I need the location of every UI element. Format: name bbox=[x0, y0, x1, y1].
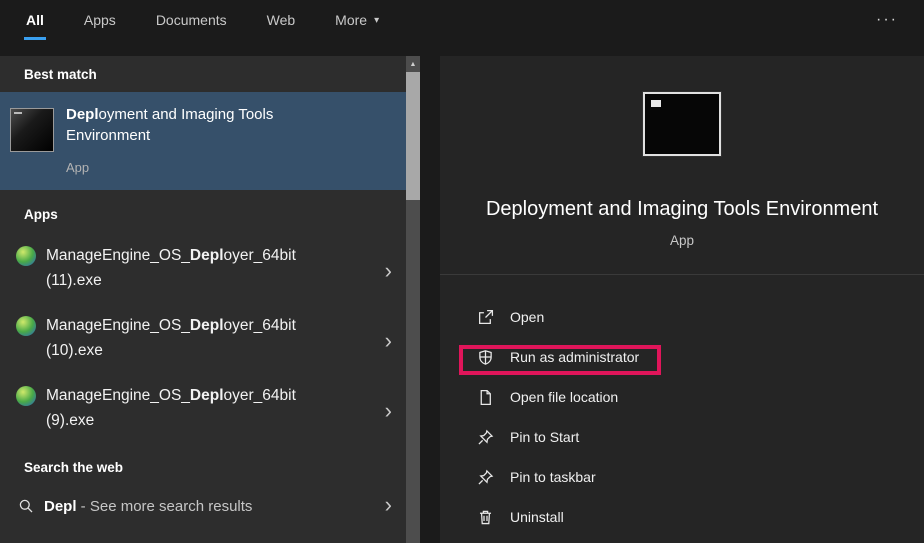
action-label: Open file location bbox=[510, 389, 618, 405]
chevron-right-icon[interactable]: › bbox=[385, 400, 392, 425]
action-label: Pin to Start bbox=[510, 429, 579, 445]
pin-icon bbox=[476, 429, 494, 446]
open-icon bbox=[476, 309, 494, 326]
app-result-item[interactable]: ManageEngine_OS_Deployer_64bit (9).exe › bbox=[0, 372, 406, 442]
tab-more-label: More bbox=[335, 12, 367, 28]
action-pin-to-start[interactable]: Pin to Start bbox=[440, 417, 924, 457]
cmd-window-icon bbox=[10, 108, 54, 152]
divider bbox=[440, 274, 924, 275]
manageengine-app-icon bbox=[16, 316, 36, 336]
scroll-up-button[interactable]: ▲ bbox=[406, 56, 420, 72]
chevron-down-icon: ▾ bbox=[374, 15, 379, 26]
manageengine-app-icon bbox=[16, 386, 36, 406]
app-result-item[interactable]: ManageEngine_OS_Deployer_64bit (10).exe … bbox=[0, 302, 406, 372]
search-web-text: Depl - See more search results bbox=[44, 498, 252, 515]
action-label: Open bbox=[510, 309, 544, 325]
app-result-name: ManageEngine_OS_Deployer_64bit (11).exe bbox=[46, 243, 296, 302]
action-list: Open Run as administrator Open file loca… bbox=[440, 297, 924, 537]
action-uninstall[interactable]: Uninstall bbox=[440, 497, 924, 537]
pin-icon bbox=[476, 469, 494, 486]
cmd-window-icon-large bbox=[643, 92, 721, 156]
chevron-right-icon[interactable]: › bbox=[385, 330, 392, 355]
panel-gap bbox=[420, 40, 440, 543]
chevron-right-icon[interactable]: › bbox=[385, 494, 392, 519]
section-header-apps: Apps bbox=[0, 196, 406, 232]
tab-more[interactable]: More ▾ bbox=[333, 0, 381, 40]
chevron-right-icon[interactable]: › bbox=[385, 260, 392, 285]
best-match-item[interactable]: Deployment and Imaging Tools Environment… bbox=[0, 92, 406, 190]
tab-all[interactable]: All bbox=[24, 0, 46, 40]
action-open-file-location[interactable]: Open file location bbox=[440, 377, 924, 417]
preview-subtitle: App bbox=[670, 233, 694, 248]
preview-panel: Deployment and Imaging Tools Environment… bbox=[440, 56, 924, 543]
action-open[interactable]: Open bbox=[440, 297, 924, 337]
trash-icon bbox=[476, 509, 494, 526]
windows-search-flyout: All Apps Documents Web More ▾ ··· Best m… bbox=[0, 0, 924, 543]
file-location-icon bbox=[476, 389, 494, 406]
action-label: Pin to taskbar bbox=[510, 469, 596, 485]
search-icon bbox=[18, 498, 34, 514]
manageengine-app-icon bbox=[16, 246, 36, 266]
search-web-item[interactable]: Depl - See more search results › bbox=[0, 484, 406, 528]
tab-web[interactable]: Web bbox=[265, 0, 298, 40]
search-results-area: Best match Deployment and Imaging Tools … bbox=[0, 40, 924, 543]
action-label: Run as administrator bbox=[510, 349, 639, 365]
search-tabs-bar: All Apps Documents Web More ▾ ··· bbox=[0, 0, 924, 40]
best-match-title: Deployment and Imaging Tools Environment bbox=[66, 104, 346, 146]
app-result-item[interactable]: ManageEngine_OS_Deployer_64bit (11).exe … bbox=[0, 232, 406, 302]
tab-documents[interactable]: Documents bbox=[154, 0, 229, 40]
section-header-best-match: Best match bbox=[0, 56, 406, 92]
scrollbar-track[interactable]: ▲ bbox=[406, 56, 420, 543]
tab-apps[interactable]: Apps bbox=[82, 0, 118, 40]
admin-shield-icon bbox=[476, 349, 494, 366]
best-match-text: Deployment and Imaging Tools Environment… bbox=[66, 104, 346, 190]
action-pin-to-taskbar[interactable]: Pin to taskbar bbox=[440, 457, 924, 497]
ellipsis-menu-button[interactable]: ··· bbox=[876, 11, 898, 29]
best-match-subtitle: App bbox=[66, 160, 346, 175]
match-highlight: Depl bbox=[66, 106, 99, 123]
preview-title: Deployment and Imaging Tools Environment bbox=[486, 198, 878, 221]
action-run-as-administrator[interactable]: Run as administrator bbox=[440, 337, 924, 377]
section-header-search-web: Search the web bbox=[0, 450, 406, 484]
app-result-name: ManageEngine_OS_Deployer_64bit (9).exe bbox=[46, 383, 296, 442]
scroll-thumb[interactable] bbox=[406, 72, 420, 200]
app-result-name: ManageEngine_OS_Deployer_64bit (10).exe bbox=[46, 313, 296, 372]
results-panel: Best match Deployment and Imaging Tools … bbox=[0, 56, 406, 543]
action-label: Uninstall bbox=[510, 509, 564, 525]
